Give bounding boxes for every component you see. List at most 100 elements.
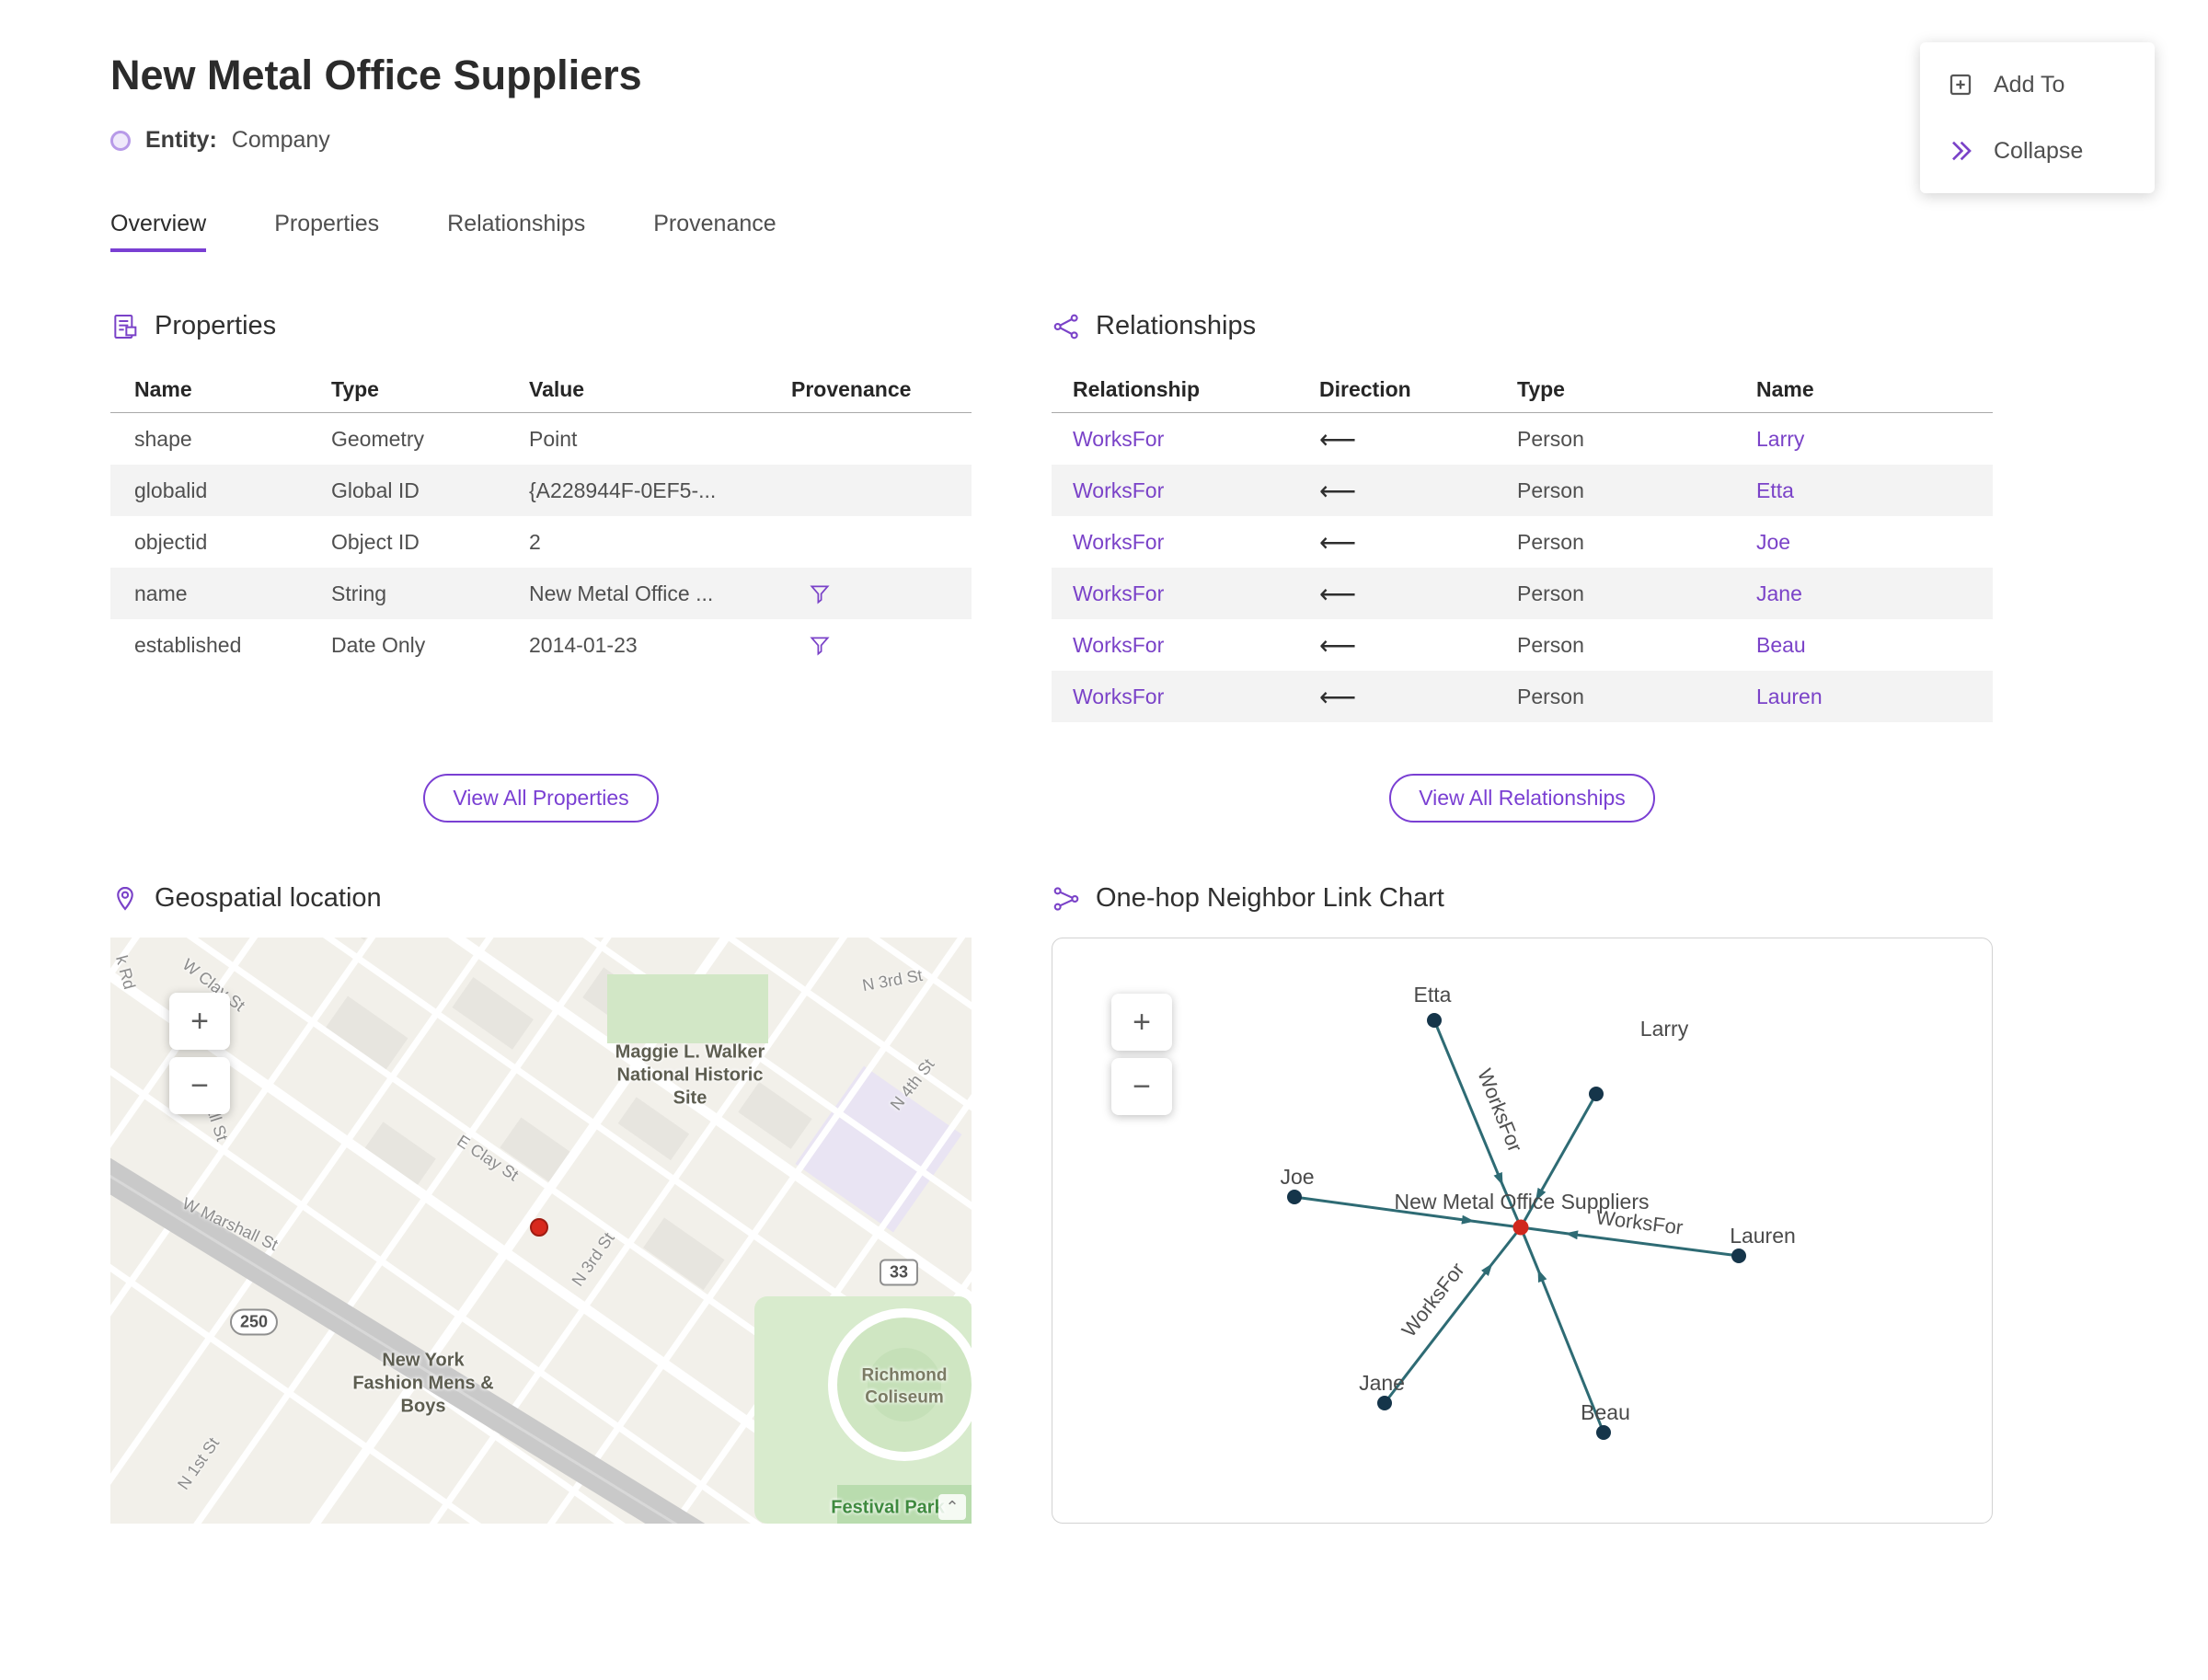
geospatial-section-title: Geospatial location [155, 883, 382, 913]
chart-zoom-controls: + − [1111, 994, 1172, 1115]
col-header-relationship: Relationship [1073, 377, 1201, 401]
node-label-beau: Beau [1581, 1400, 1630, 1424]
related-entity-link[interactable]: Larry [1756, 427, 1993, 452]
node-label-jane: Jane [1359, 1371, 1405, 1395]
entity-detail-page: Add To Collapse New Metal Office Supplie… [0, 0, 2208, 1680]
collapse-label: Collapse [1994, 137, 2084, 164]
relationship-link[interactable]: WorksFor [1073, 685, 1319, 709]
related-entity-link[interactable]: Joe [1756, 530, 1993, 555]
property-name: globalid [134, 478, 208, 502]
property-value: Point [529, 426, 578, 451]
relationships-panel: Relationships Relationship Direction Typ… [1052, 311, 1993, 823]
properties-section-title: Properties [155, 311, 277, 340]
route-shield-33: 33 [879, 1259, 919, 1286]
col-header-name: Name [1756, 377, 1814, 401]
node-label-etta: Etta [1413, 983, 1452, 1007]
relationship-type: Person [1517, 581, 1584, 605]
related-entity-link[interactable]: Beau [1756, 633, 1993, 658]
map-pin-icon [117, 886, 133, 911]
relationships-table-header: Relationship Direction Type Name [1052, 367, 1993, 413]
map-attribution-expander[interactable]: ⌃ [938, 1494, 966, 1520]
direction-arrow: ⟵ [1319, 527, 1357, 557]
node-lauren[interactable] [1731, 1248, 1746, 1263]
property-row: objectid Object ID 2 [110, 516, 972, 568]
relationships-table: Relationship Direction Type Name WorksFo… [1052, 367, 1993, 722]
tab-provenance[interactable]: Provenance [653, 211, 776, 252]
property-name: shape [134, 426, 192, 451]
geospatial-section-header: Geospatial location [110, 883, 972, 914]
geospatial-panel: Geospatial location + − k Rd W Clay St N… [110, 883, 972, 1524]
tab-overview[interactable]: Overview [110, 211, 207, 252]
property-name: established [134, 632, 242, 657]
collapse-button[interactable]: Collapse [1920, 118, 2155, 184]
property-type: Global ID [331, 478, 420, 502]
view-all-properties-button[interactable]: View All Properties [423, 774, 659, 823]
properties-table: Name Type Value Provenance shape Geometr… [110, 367, 972, 671]
col-header-direction: Direction [1319, 377, 1411, 401]
route-shield-250: 250 [229, 1308, 279, 1336]
add-to-button[interactable]: Add To [1920, 52, 2155, 118]
direction-arrow: ⟵ [1319, 476, 1357, 505]
provenance-icon[interactable] [808, 582, 832, 606]
related-entity-link[interactable]: Etta [1756, 478, 1993, 503]
properties-panel: Properties Name Type Value Provenance sh… [110, 311, 972, 823]
tab-relationships[interactable]: Relationships [447, 211, 585, 252]
property-value: 2014-01-23 [529, 632, 638, 657]
link-chart-canvas[interactable]: + − Etta Larry Joe Lauren Jane Beau New … [1052, 938, 1993, 1524]
related-entity-link[interactable]: Jane [1756, 581, 1993, 606]
relationship-type: Person [1517, 478, 1584, 502]
property-type: Geometry [331, 426, 424, 451]
col-header-provenance: Provenance [791, 377, 912, 401]
relationship-type: Person [1517, 684, 1584, 708]
relationship-link[interactable]: WorksFor [1073, 478, 1319, 503]
relationship-row: WorksFor ⟵ Person Beau [1052, 619, 1993, 671]
view-all-relationships-button[interactable]: View All Relationships [1389, 774, 1655, 823]
map-canvas[interactable]: + − k Rd W Clay St N 3rd St N 4th St Mag… [110, 938, 972, 1524]
relationship-row: WorksFor ⟵ Person Larry [1052, 413, 1993, 465]
map-zoom-controls: + − [169, 993, 230, 1114]
page-title: New Metal Office Suppliers [110, 52, 642, 98]
related-entity-link[interactable]: Lauren [1756, 685, 1993, 709]
node-label-lauren: Lauren [1730, 1224, 1796, 1248]
relationship-link[interactable]: WorksFor [1073, 530, 1319, 555]
link-chart-panel: One-hop Neighbor Link Chart + − Etta Lar… [1052, 883, 1993, 1524]
relationship-link[interactable]: WorksFor [1073, 581, 1319, 606]
provenance-icon[interactable] [808, 634, 832, 658]
map-zoom-in-button[interactable]: + [169, 993, 230, 1050]
properties-section-header: Properties [110, 311, 972, 341]
node-larry[interactable] [1589, 1087, 1604, 1101]
tab-properties[interactable]: Properties [274, 211, 379, 252]
add-to-icon [1949, 74, 1972, 96]
relationship-row: WorksFor ⟵ Person Lauren [1052, 671, 1993, 722]
entity-type-row: Entity: Company [110, 127, 2208, 154]
col-header-name: Name [134, 377, 192, 401]
relationship-row: WorksFor ⟵ Person Joe [1052, 516, 1993, 568]
relationship-link[interactable]: WorksFor [1073, 427, 1319, 452]
link-chart-render [1287, 1013, 1746, 1440]
map-zoom-out-button[interactable]: − [169, 1057, 230, 1114]
node-etta[interactable] [1427, 1013, 1442, 1028]
node-beau[interactable] [1596, 1425, 1611, 1440]
entity-label: Entity: [145, 127, 217, 153]
add-to-label: Add To [1994, 71, 2065, 98]
direction-arrow: ⟵ [1319, 682, 1357, 711]
chevrons-right-icon [1952, 141, 1972, 161]
properties-table-header: Name Type Value Provenance [110, 367, 972, 413]
property-value: New Metal Office ... [529, 581, 714, 605]
entity-dot-icon [110, 130, 131, 151]
property-type: Date Only [331, 632, 426, 657]
chart-zoom-out-button[interactable]: − [1111, 1058, 1172, 1115]
node-jane[interactable] [1377, 1396, 1392, 1410]
relationship-type: Person [1517, 632, 1584, 657]
relationship-type: Person [1517, 426, 1584, 451]
floating-action-card: Add To Collapse [1920, 42, 2155, 193]
relationships-section-title: Relationships [1096, 311, 1257, 340]
node-center[interactable] [1512, 1219, 1529, 1236]
chart-zoom-in-button[interactable]: + [1111, 994, 1172, 1051]
property-name: objectid [134, 529, 208, 554]
property-value: {A228944F-0EF5-... [529, 478, 717, 502]
node-joe[interactable] [1287, 1190, 1302, 1204]
tab-bar: Overview Properties Relationships Proven… [110, 211, 2208, 252]
relationship-link[interactable]: WorksFor [1073, 633, 1319, 658]
property-type: String [331, 581, 387, 605]
